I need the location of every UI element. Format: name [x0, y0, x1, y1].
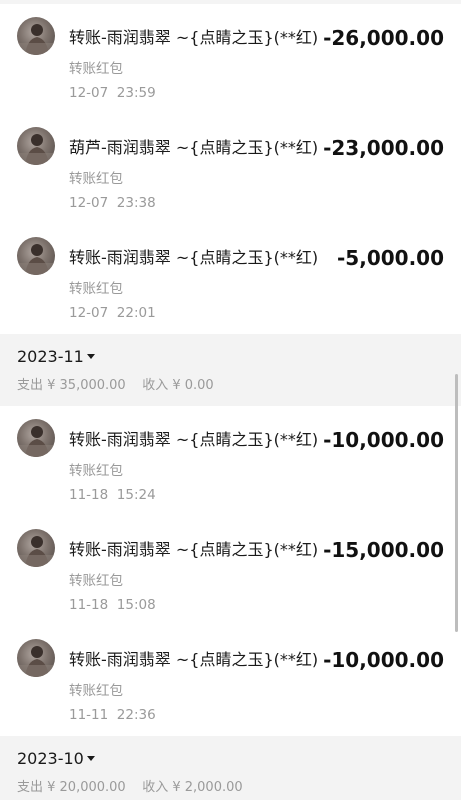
transaction-title: 转账-雨润翡翠 ~{点睛之玉}(**红)	[69, 430, 319, 449]
month-header: 2023-11 支出 ¥ 35,000.00 收入 ¥ 0.00	[0, 334, 461, 406]
transaction-time: 12-07 22:01	[69, 305, 156, 321]
month-summary: 支出 ¥ 20,000.00 收入 ¥ 2,000.00	[17, 780, 243, 795]
transaction-title: 转账-雨润翡翠 ~{点睛之玉}(**红)	[69, 540, 319, 559]
contact-avatar	[17, 639, 55, 677]
transaction-amount: -5,000.00	[337, 246, 444, 270]
contact-avatar	[17, 17, 55, 55]
transaction-title: 转账-雨润翡翠 ~{点睛之玉}(**红)	[69, 28, 319, 47]
transaction-time: 11-11 22:36	[69, 707, 156, 723]
transaction-time: 12-07 23:38	[69, 195, 156, 211]
transaction-type: 转账红包	[69, 573, 123, 589]
contact-avatar	[17, 419, 55, 457]
transaction-row[interactable]: 葫芦-雨润翡翠 ~{点睛之玉}(**红) -23,000.00 转账红包 12-…	[0, 114, 461, 224]
transaction-time: 11-18 15:08	[69, 597, 156, 613]
month-summary: 支出 ¥ 35,000.00 收入 ¥ 0.00	[17, 378, 214, 393]
scrollbar[interactable]	[455, 374, 458, 632]
transaction-row[interactable]: 转账-雨润翡翠 ~{点睛之玉}(**红) -26,000.00 转账红包 12-…	[0, 4, 461, 114]
transaction-title: 转账-雨润翡翠 ~{点睛之玉}(**红)	[69, 248, 319, 267]
transaction-amount: -10,000.00	[323, 428, 444, 452]
month-label: 2023-11	[17, 347, 84, 366]
month-header: 2023-10 支出 ¥ 20,000.00 收入 ¥ 2,000.00	[0, 736, 461, 800]
transaction-amount: -26,000.00	[323, 26, 444, 50]
transaction-row[interactable]: 转账-雨润翡翠 ~{点睛之玉}(**红) -5,000.00 转账红包 12-0…	[0, 224, 461, 334]
month-label: 2023-10	[17, 749, 84, 768]
transaction-time: 12-07 23:59	[69, 85, 156, 101]
transaction-title: 葫芦-雨润翡翠 ~{点睛之玉}(**红)	[69, 138, 319, 157]
contact-avatar	[17, 237, 55, 275]
contact-avatar	[17, 127, 55, 165]
transaction-amount: -10,000.00	[323, 648, 444, 672]
transaction-type: 转账红包	[69, 463, 123, 479]
transaction-type: 转账红包	[69, 683, 123, 699]
contact-avatar	[17, 529, 55, 567]
month-selector[interactable]: 2023-10	[17, 748, 95, 770]
transaction-time: 11-18 15:24	[69, 487, 156, 503]
transaction-row[interactable]: 转账-雨润翡翠 ~{点睛之玉}(**红) -10,000.00 转账红包 11-…	[0, 406, 461, 516]
transaction-type: 转账红包	[69, 171, 123, 187]
caret-down-icon	[86, 756, 95, 761]
transaction-type: 转账红包	[69, 61, 123, 77]
transaction-amount: -23,000.00	[323, 136, 444, 160]
month-selector[interactable]: 2023-11	[17, 346, 95, 368]
bill-list-page: 转账-雨润翡翠 ~{点睛之玉}(**红) -26,000.00 转账红包 12-…	[0, 0, 461, 800]
transaction-amount: -15,000.00	[323, 538, 444, 562]
transaction-title: 转账-雨润翡翠 ~{点睛之玉}(**红)	[69, 650, 319, 669]
transaction-row[interactable]: 转账-雨润翡翠 ~{点睛之玉}(**红) -15,000.00 转账红包 11-…	[0, 516, 461, 626]
transaction-type: 转账红包	[69, 281, 123, 297]
transaction-row[interactable]: 转账-雨润翡翠 ~{点睛之玉}(**红) -10,000.00 转账红包 11-…	[0, 626, 461, 736]
caret-down-icon	[86, 354, 95, 359]
